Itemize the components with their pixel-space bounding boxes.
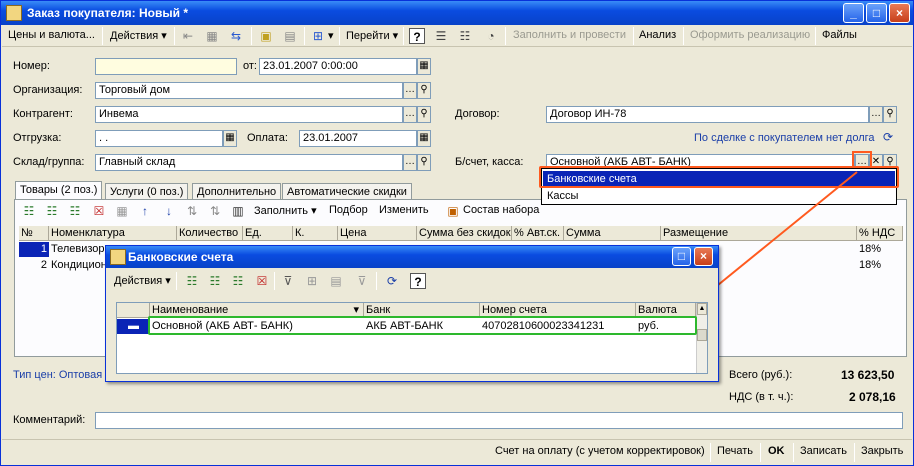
popup-title-bar[interactable]: Банковские счета □ × xyxy=(106,246,718,268)
copy-row-icon[interactable]: ☷ xyxy=(207,273,223,289)
popup-close-button[interactable]: × xyxy=(694,247,713,266)
toolbar-separator xyxy=(376,272,377,290)
toolbar-separator xyxy=(176,272,177,290)
tree-icon[interactable]: ⊞ xyxy=(304,273,320,289)
vertical-scrollbar[interactable]: ▲ xyxy=(696,303,707,373)
callout-connector xyxy=(717,171,858,286)
bank-accounts-table: Наименование ▾ Банк Номер счета Валюта ▲ … xyxy=(116,302,708,374)
filter-icon[interactable]: ⊽ xyxy=(280,273,296,289)
popup-actions-label: Действия xyxy=(114,275,163,287)
edit-row-icon[interactable]: ☷ xyxy=(230,273,246,289)
hierarchy-icon[interactable]: ▤ xyxy=(328,273,344,289)
help-icon[interactable]: ? xyxy=(410,273,426,289)
toolbar-separator xyxy=(274,272,275,290)
chevron-down-icon: ▾ xyxy=(165,275,171,287)
popup-actions-menu[interactable]: Действия ▾ xyxy=(114,274,171,287)
popup-title: Банковские счета xyxy=(128,250,234,264)
row-marker-icon: ▬ xyxy=(117,319,150,334)
folder-icon xyxy=(110,249,126,265)
delete-row-icon[interactable]: ☒ xyxy=(254,273,270,289)
add-row-icon[interactable]: ☷ xyxy=(184,273,200,289)
scroll-up-icon[interactable]: ▲ xyxy=(697,303,707,315)
popup-maximize-button[interactable]: □ xyxy=(672,247,691,266)
callout-line xyxy=(717,171,858,286)
bank-accounts-window: Банковские счета □ × Действия ▾ ☷ ☷ ☷ ☒ … xyxy=(105,245,719,382)
sort-icon: ▾ xyxy=(353,304,359,316)
row-highlight xyxy=(148,316,697,335)
column-header-label: Наименование xyxy=(152,304,229,316)
clear-filter-icon[interactable]: ⊽ xyxy=(354,273,370,289)
scroll-thumb[interactable] xyxy=(697,329,707,341)
refresh-icon[interactable]: ⟳ xyxy=(384,273,400,289)
column-header-marker xyxy=(117,303,150,318)
